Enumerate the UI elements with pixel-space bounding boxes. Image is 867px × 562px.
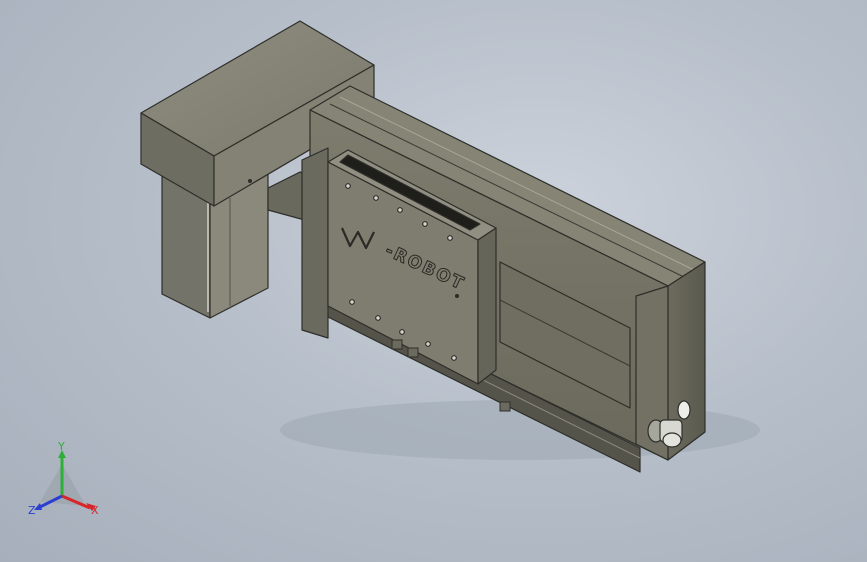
- z-axis-label: Z: [28, 504, 36, 517]
- fitting-elbow: [677, 400, 691, 420]
- carriage-screw: [375, 315, 381, 321]
- carriage-screw: [373, 195, 379, 201]
- carriage-side-face: [477, 227, 497, 385]
- orientation-triad[interactable]: Y X Z: [22, 440, 108, 526]
- x-axis-label: X: [91, 504, 99, 517]
- carriage-screw: [397, 207, 403, 213]
- linear-module-3d-model[interactable]: -ROBOT: [0, 0, 867, 562]
- motor-cap-screw: [248, 179, 252, 183]
- carriage-screw: [345, 183, 351, 189]
- graphics-viewport[interactable]: -ROBOT Y X Z: [0, 0, 867, 562]
- fitting-nut: [662, 432, 682, 448]
- carriage-screw: [425, 341, 431, 347]
- carriage-screw: [349, 299, 355, 305]
- logo-registered-dot: [455, 294, 459, 298]
- carriage-screw: [447, 235, 453, 241]
- carriage-screw: [451, 355, 457, 361]
- carriage-screw: [399, 329, 405, 335]
- y-axis-label: Y: [58, 440, 65, 453]
- carriage-left-bracket: [301, 147, 329, 339]
- carriage-screw: [422, 221, 428, 227]
